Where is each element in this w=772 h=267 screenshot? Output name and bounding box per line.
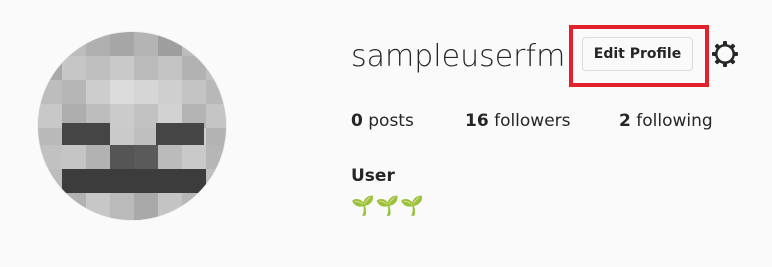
edit-profile-button[interactable]: Edit Profile xyxy=(582,37,693,71)
posts-count: 0 xyxy=(351,111,363,131)
profile-avatar[interactable] xyxy=(38,32,226,220)
following-label: following xyxy=(636,111,713,131)
settings-gear-icon[interactable] xyxy=(709,38,741,70)
posts-label: posts xyxy=(368,111,414,131)
following-link[interactable]: 2 following xyxy=(619,109,713,133)
gear-icon xyxy=(712,41,738,67)
profile-username: sampleuserfm xyxy=(351,39,566,74)
posts-count-stat: 0 posts xyxy=(351,109,414,133)
followers-link[interactable]: 16 followers xyxy=(465,109,571,133)
following-count: 2 xyxy=(619,111,631,131)
followers-label: followers xyxy=(494,111,571,131)
followers-count: 16 xyxy=(465,111,489,131)
profile-full-name: User xyxy=(351,166,395,186)
profile-bio: 🌱🌱🌱 xyxy=(351,195,425,217)
